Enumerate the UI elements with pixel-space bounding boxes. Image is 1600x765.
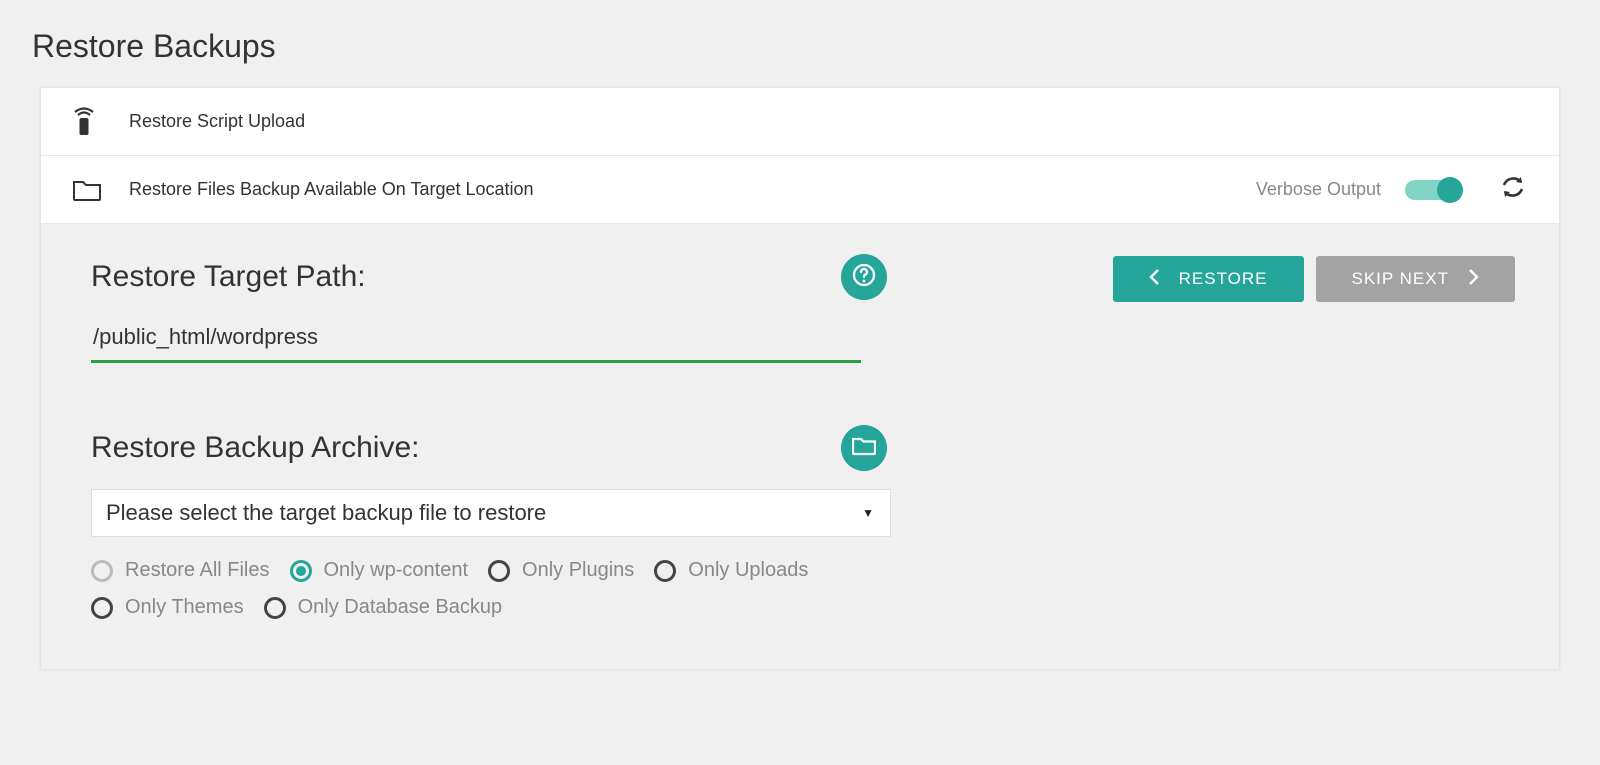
refresh-icon[interactable] [1499, 173, 1527, 206]
radio-label: Restore All Files [125, 559, 270, 582]
chevron-right-icon [1467, 269, 1479, 290]
radio-icon [290, 560, 312, 582]
radio-icon [264, 597, 286, 619]
restore-card: Restore Script Upload Restore Files Back… [40, 87, 1560, 670]
target-path-head: Restore Target Path: [91, 254, 891, 300]
backup-archive-placeholder: Please select the target backup file to … [106, 500, 546, 526]
folder-open-icon [852, 436, 876, 461]
radio-label: Only wp-content [324, 559, 469, 582]
verbose-output-label: Verbose Output [1256, 179, 1381, 200]
help-button[interactable] [841, 254, 887, 300]
restore-scope-radios: Restore All Files Only wp-content Only P… [91, 559, 891, 619]
remote-icon [73, 107, 129, 137]
radio-label: Only Database Backup [298, 596, 503, 619]
restore-button[interactable]: RESTORE [1113, 256, 1304, 302]
row-files-backup: Restore Files Backup Available On Target… [41, 156, 1559, 224]
action-buttons: RESTORE SKIP NEXT [1113, 256, 1515, 302]
radio-restore-all[interactable]: Restore All Files [91, 559, 270, 582]
radio-only-wpcontent[interactable]: Only wp-content [290, 559, 469, 582]
radio-icon [654, 560, 676, 582]
radio-only-plugins[interactable]: Only Plugins [488, 559, 634, 582]
skip-next-button[interactable]: SKIP NEXT [1316, 256, 1516, 302]
left-column: Restore Target Path: Restore Backup Arch… [91, 254, 891, 619]
radio-label: Only Themes [125, 596, 244, 619]
archive-title: Restore Backup Archive: [91, 431, 420, 465]
row-files-backup-label: Restore Files Backup Available On Target… [129, 179, 534, 200]
archive-head: Restore Backup Archive: [91, 425, 891, 471]
right-column: RESTORE SKIP NEXT [891, 254, 1515, 619]
skip-next-button-label: SKIP NEXT [1352, 269, 1450, 289]
radio-only-database[interactable]: Only Database Backup [264, 596, 503, 619]
restore-target-path-input[interactable] [91, 318, 861, 363]
row-script-upload[interactable]: Restore Script Upload [41, 88, 1559, 156]
radio-label: Only Uploads [688, 559, 808, 582]
radio-label: Only Plugins [522, 559, 634, 582]
backup-archive-select[interactable]: Please select the target backup file to … [91, 489, 891, 537]
folder-icon [73, 179, 129, 201]
toggle-knob [1437, 177, 1463, 203]
radio-icon [488, 560, 510, 582]
chevron-left-icon [1149, 269, 1161, 290]
radio-icon [91, 597, 113, 619]
browse-archive-button[interactable] [841, 425, 887, 471]
help-icon [852, 263, 876, 292]
row-script-upload-label: Restore Script Upload [129, 111, 305, 132]
radio-icon [91, 560, 113, 582]
chevron-down-icon: ▼ [862, 506, 874, 520]
panel-body: Restore Target Path: Restore Backup Arch… [41, 224, 1559, 669]
target-path-title: Restore Target Path: [91, 260, 366, 294]
verbose-output-toggle[interactable] [1405, 180, 1461, 200]
page-title: Restore Backups [0, 0, 1600, 87]
radio-only-uploads[interactable]: Only Uploads [654, 559, 808, 582]
restore-button-label: RESTORE [1179, 269, 1268, 289]
radio-only-themes[interactable]: Only Themes [91, 596, 244, 619]
